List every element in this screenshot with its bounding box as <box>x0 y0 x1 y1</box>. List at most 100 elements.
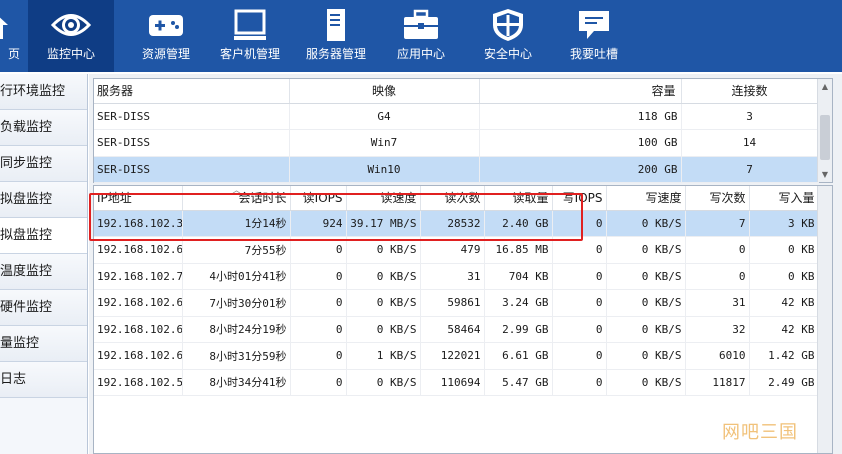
column-header-read-speed[interactable]: 读速度 <box>346 186 421 211</box>
table-row[interactable]: 192.168.102.57 8小时34分41秒 0 0 KB/S 110694… <box>94 369 819 396</box>
cell-read-count: 28532 <box>420 210 485 237</box>
cell-image: Win10 <box>289 156 480 183</box>
column-header-read-count[interactable]: 读次数 <box>420 186 485 211</box>
table-row[interactable]: SER-DISS Win7 100 GB 14 <box>94 129 819 157</box>
cell-read-count: 31 <box>420 263 485 290</box>
nav-label: 安全中心 <box>483 47 532 61</box>
sidebar-item-label: 拟盘监控 <box>0 228 53 243</box>
cell-ip: 192.168.102.33 <box>94 210 183 237</box>
table-row[interactable]: SER-DISS G4 118 GB 3 <box>94 103 819 130</box>
scroll-up-icon[interactable]: ▲ <box>818 79 832 94</box>
nav-item-monitor-center[interactable]: 监控中心 <box>28 0 114 72</box>
column-header-ip[interactable]: IP地址 <box>94 186 183 211</box>
cell-image: G4 <box>289 103 480 130</box>
cell-read-speed: 0 KB/S <box>346 369 421 396</box>
cell-write-count: 0 <box>685 263 750 290</box>
watermark: 网吧三国 <box>722 422 798 443</box>
cell-read-iops: 0 <box>290 263 347 290</box>
sidebar-item-log[interactable]: 日志 <box>0 362 87 398</box>
column-header-read-iops[interactable]: 读IOPS <box>290 186 347 211</box>
sidebar-item-sync-monitor[interactable]: 同步监控 <box>0 146 87 182</box>
cell-duration: 8小时31分59秒 <box>182 342 291 370</box>
session-table-scrollbar[interactable] <box>817 186 832 453</box>
nav-label: 应用中心 <box>396 47 445 61</box>
sidebar-item-traffic-monitor[interactable]: 量监控 <box>0 326 87 362</box>
nav-item-security-center[interactable]: 安全中心 <box>465 0 551 72</box>
sidebar-item-environment-monitor[interactable]: 行环境监控 <box>0 74 87 110</box>
cell-image: Win7 <box>289 129 480 157</box>
table-row[interactable]: 192.168.102.70 4小时01分41秒 0 0 KB/S 31 704… <box>94 263 819 290</box>
sidebar-item-temperature-monitor[interactable]: 温度监控 <box>0 254 87 290</box>
cell-write-count: 31 <box>685 289 750 317</box>
nav-item-home[interactable]: 页 <box>0 0 21 72</box>
sidebar-item-label: 拟盘监控 <box>0 192 53 207</box>
column-header-connections[interactable]: 连接数 <box>681 79 819 104</box>
nav-item-server-management[interactable]: 服务器管理 <box>293 0 379 72</box>
cell-server: SER-DISS <box>94 129 290 157</box>
column-header-write-speed[interactable]: 写速度 <box>606 186 686 211</box>
shield-icon <box>486 8 530 42</box>
toolbox-icon <box>399 8 443 42</box>
cell-read-iops: 0 <box>290 369 347 396</box>
sidebar-item-label: 温度监控 <box>0 264 53 279</box>
cell-write-amount: 3 KB <box>749 210 819 237</box>
cell-ip: 192.168.102.68 <box>94 289 183 317</box>
scroll-down-icon[interactable]: ▼ <box>818 167 832 182</box>
nav-item-feedback[interactable]: 我要吐槽 <box>551 0 637 72</box>
server-image-table: 服务器 映像 容量 连接数 SER-DISS G4 118 GB 3 SER-D… <box>94 79 819 183</box>
cell-write-speed: 0 KB/S <box>606 236 686 264</box>
cell-read-amount: 5.47 GB <box>484 369 553 396</box>
sidebar-item-virtual-disk-monitor-2[interactable]: 拟盘监控 <box>0 218 87 254</box>
cell-capacity: 100 GB <box>479 129 682 157</box>
server-icon <box>314 8 358 42</box>
nav-label: 资源管理 <box>141 47 190 61</box>
column-header-read-amount[interactable]: 读取量 <box>484 186 553 211</box>
column-header-capacity[interactable]: 容量 <box>479 79 682 104</box>
table-row[interactable]: 192.168.102.6 8小时24分19秒 0 0 KB/S 58464 2… <box>94 316 819 343</box>
cell-read-amount: 3.24 GB <box>484 289 553 317</box>
cell-write-amount: 0 KB <box>749 263 819 290</box>
cell-server: SER-DISS <box>94 103 290 130</box>
table-row[interactable]: 192.168.102.67 7分55秒 0 0 KB/S 479 16.85 … <box>94 236 819 264</box>
column-header-image[interactable]: 映像 <box>289 79 480 104</box>
cell-read-count: 58464 <box>420 316 485 343</box>
column-header-write-amount[interactable]: 写入量 <box>749 186 819 211</box>
sidebar-item-label: 量监控 <box>0 336 40 351</box>
nav-item-app-center[interactable]: 应用中心 <box>378 0 464 72</box>
cell-ip: 192.168.102.57 <box>94 369 183 396</box>
cell-write-count: 7 <box>685 210 750 237</box>
cell-write-speed: 0 KB/S <box>606 210 686 237</box>
cell-duration: 7分55秒 <box>182 236 291 264</box>
cell-read-amount: 704 KB <box>484 263 553 290</box>
sidebar-item-hardware-monitor[interactable]: 硬件监控 <box>0 290 87 326</box>
column-header-write-iops[interactable]: 写IOPS <box>552 186 607 211</box>
cell-read-amount: 2.99 GB <box>484 316 553 343</box>
table-row[interactable]: 192.168.102.68 7小时30分01秒 0 0 KB/S 59861 … <box>94 289 819 317</box>
column-header-server[interactable]: 服务器 <box>94 79 290 104</box>
cell-capacity: 118 GB <box>479 103 682 130</box>
table-row-selected[interactable]: 192.168.102.33 1分14秒 924 39.17 MB/S 2853… <box>94 210 819 237</box>
cell-capacity: 200 GB <box>479 156 682 183</box>
cell-read-count: 122021 <box>420 342 485 370</box>
nav-label: 页 <box>8 47 21 61</box>
sidebar-item-load-monitor[interactable]: 负载监控 <box>0 110 87 146</box>
cell-ip: 192.168.102.6 <box>94 316 183 343</box>
cell-read-amount: 6.61 GB <box>484 342 553 370</box>
nav-item-resource-management[interactable]: 资源管理 <box>123 0 209 72</box>
cell-write-iops: 0 <box>552 289 607 317</box>
table-row-selected[interactable]: SER-DISS Win10 200 GB 7 <box>94 156 819 183</box>
cell-connections: 14 <box>681 129 819 157</box>
column-header-write-count[interactable]: 写次数 <box>685 186 750 211</box>
sidebar: 行环境监控 负载监控 同步监控 拟盘监控 拟盘监控 温度监控 硬件监控 量监控 … <box>0 74 88 454</box>
cell-write-count: 0 <box>685 236 750 264</box>
cell-read-speed: 1 KB/S <box>346 342 421 370</box>
scroll-thumb[interactable] <box>820 115 830 160</box>
cell-write-iops: 0 <box>552 263 607 290</box>
sidebar-item-virtual-disk-monitor-1[interactable]: 拟盘监控 <box>0 182 87 218</box>
cell-write-amount: 42 KB <box>749 289 819 317</box>
cell-read-count: 110694 <box>420 369 485 396</box>
nav-item-client-management[interactable]: 客户机管理 <box>207 0 293 72</box>
table-row[interactable]: 192.168.102.69 8小时31分59秒 0 1 KB/S 122021… <box>94 342 819 370</box>
server-table-scrollbar[interactable]: ▲ ▼ <box>817 79 832 182</box>
cell-connections: 3 <box>681 103 819 130</box>
